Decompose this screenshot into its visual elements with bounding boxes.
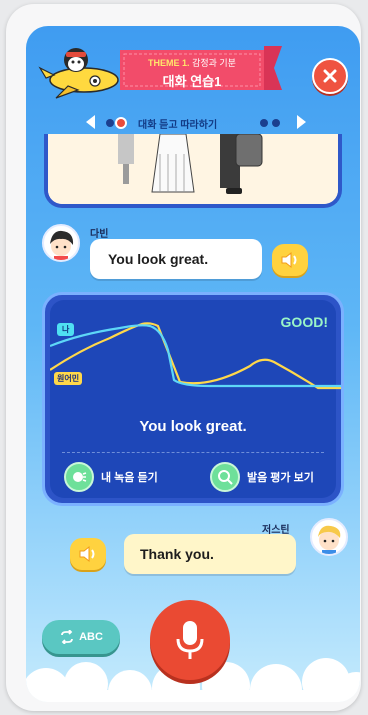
speaker1-sound-button[interactable]	[272, 244, 308, 276]
intonation-graph	[50, 322, 341, 390]
avatar-speaker2	[310, 518, 348, 556]
my-recording-label: 내 녹음 듣기	[101, 472, 158, 484]
app-screen: THEME 1. 감정과 기분 대화 연습1 대화 듣고 따라하기 다빈 You…	[26, 26, 360, 702]
speaker1-name: 다빈	[90, 229, 109, 240]
card-divider	[62, 452, 324, 453]
lesson-ribbon: THEME 1. 감정과 기분 대화 연습1	[120, 42, 282, 94]
avatar-speaker1	[42, 224, 80, 262]
progress-nav: 대화 듣고 따라하기	[84, 110, 308, 134]
head-voice-icon	[64, 462, 94, 492]
pronunciation-sentence: You look great.	[139, 418, 247, 435]
close-icon	[323, 69, 337, 83]
pronunciation-card: GOOD! 나 원어민 You look great. 내 녹음 듣기 발음 평…	[42, 292, 344, 506]
speaker-icon	[79, 545, 95, 563]
progress-dot	[272, 119, 280, 127]
progress-dot-current	[117, 119, 125, 127]
step-label: 대화 듣고 따라하기	[138, 120, 218, 131]
scene-illustration	[44, 134, 342, 208]
speaker2-line: Thank you.	[140, 546, 214, 562]
progress-dot	[260, 119, 268, 127]
lesson-title: 대화 연습1	[162, 74, 222, 89]
progress-dot	[106, 119, 114, 127]
airplane-mascot-icon	[38, 48, 119, 99]
record-button[interactable]	[150, 600, 230, 680]
pronunciation-panel: GOOD! 나 원어민 You look great. 내 녹음 듣기 발음 평…	[50, 300, 341, 498]
speaker-icon	[281, 251, 297, 269]
evaluation-icon	[210, 462, 240, 492]
native-voice-tag: 원어민	[54, 372, 83, 385]
abc-toggle-button[interactable]: ABC	[42, 620, 120, 654]
speaker1-line: You look great.	[108, 251, 209, 267]
evaluation-button[interactable]: 발음 평가 보기	[210, 462, 314, 492]
speaker1-bubble: You look great.	[90, 239, 262, 279]
speaker2-sound-button[interactable]	[70, 538, 106, 570]
my-voice-tag: 나	[57, 323, 75, 336]
theme-label: THEME 1. 감정과 기분	[148, 58, 236, 68]
close-button[interactable]	[312, 58, 348, 94]
chevron-right-icon[interactable]	[294, 114, 308, 130]
speaker2-bubble: Thank you.	[124, 534, 296, 574]
scene-image	[48, 134, 338, 204]
chevron-left-icon[interactable]	[84, 114, 98, 130]
my-recording-button[interactable]: 내 녹음 듣기	[64, 462, 158, 492]
microphone-icon	[176, 621, 204, 659]
swap-icon	[61, 630, 73, 644]
evaluation-label: 발음 평가 보기	[247, 472, 314, 484]
abc-label: ABC	[79, 631, 103, 643]
